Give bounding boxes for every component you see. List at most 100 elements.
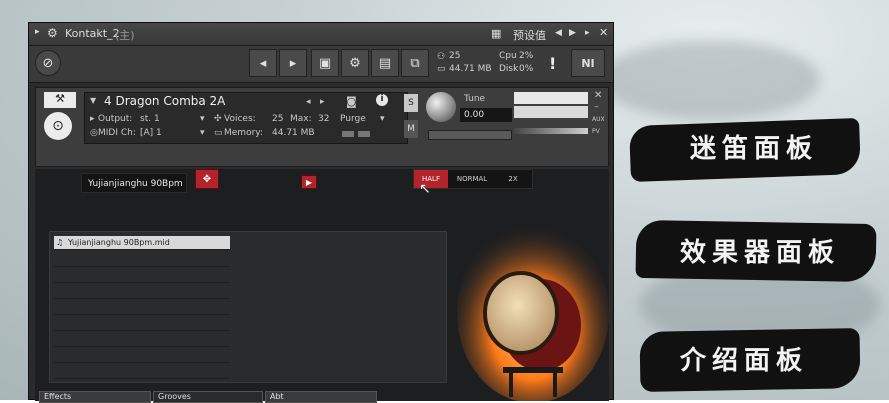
list-item[interactable] (54, 252, 230, 267)
max-value[interactable]: 32 (318, 114, 329, 124)
list-item[interactable] (54, 364, 230, 379)
voices-icon: ✣ (214, 114, 222, 124)
window-title-suffix: (主) (115, 29, 135, 42)
solo-button[interactable]: S (404, 94, 418, 112)
save-icon[interactable]: ▣ (311, 49, 339, 77)
layout-icon[interactable]: ▤ (371, 49, 399, 77)
output-label: Output: (98, 114, 133, 124)
move-arrows-icon[interactable]: ✥ (195, 169, 219, 189)
list-item[interactable] (54, 348, 230, 363)
pv-label[interactable]: PV (592, 128, 600, 135)
kontakt-logo-icon[interactable]: ⊘ (35, 50, 61, 76)
tune-knob[interactable] (426, 92, 456, 122)
max-label: Max: (290, 114, 312, 124)
wrench-icon[interactable]: ⚒ (44, 92, 76, 108)
toolbar: ⊘ ◂ ▸ ▣ ⚙ ▤ ⧉ ⚇ 25 ▭ 44.71 MB Cpu 2% Dis… (29, 46, 613, 83)
instrument-prev-icon[interactable]: ◂ (306, 97, 311, 107)
side-label-midi-panel: 迷笛面板 (690, 134, 819, 164)
instrument-rack: ⚒ ⊙ ▼ 4 Dragon Comba 2A ◂ ▸ ◙ i ▸ Output… (35, 87, 609, 167)
voices-value: 25 (272, 114, 284, 124)
midi-label: MIDI Ch: (98, 128, 136, 138)
voices-label: Voices: (224, 114, 256, 124)
toolbar-voices: 25 (449, 51, 461, 61)
cpu-value: 2% (519, 51, 534, 61)
instrument-panel: Yujianjianghu 90Bpm ✥ ▶ HALF NORMAL 2X ↖… (35, 169, 609, 401)
rack-close-icon[interactable]: ✕ (594, 90, 602, 101)
warning-icon[interactable]: ! (549, 54, 556, 73)
ni-logo-button[interactable]: NI (571, 49, 605, 77)
output-dropdown-icon[interactable]: ▾ (200, 114, 205, 124)
disk-label: Disk (499, 64, 519, 74)
list-item[interactable] (54, 316, 230, 331)
info-icon[interactable]: i (376, 94, 388, 106)
tempo-mode-selector: HALF NORMAL 2X (413, 169, 533, 189)
level-meter (514, 106, 588, 118)
settings-gear-icon[interactable]: ⚙ (341, 49, 369, 77)
list-item[interactable] (54, 284, 230, 299)
play-button-icon[interactable]: ▶ (301, 175, 317, 189)
tab-grooves[interactable]: Grooves (153, 391, 263, 403)
tune-label: Tune (464, 94, 486, 104)
memory-small-icon: ▭ (437, 64, 446, 74)
level-meter (514, 92, 588, 104)
list-item[interactable] (54, 332, 230, 347)
camera-icon[interactable]: ◙ (346, 95, 357, 108)
list-item[interactable] (54, 268, 230, 283)
preset-name-display: Yujianjianghu 90Bpm (81, 173, 187, 193)
tab-abt[interactable]: Abt (265, 391, 377, 403)
volume-slider[interactable] (514, 128, 588, 134)
list-item[interactable]: ♫ Yujianjianghu 90Bpm.mid (54, 236, 230, 250)
toolbar-memory: 44.71 MB (449, 64, 492, 74)
window-title: Kontakt_2 (65, 27, 120, 40)
prev-arrow-icon[interactable]: ◀ (555, 28, 562, 38)
mute-button[interactable]: M (404, 120, 418, 138)
grid-icon[interactable]: ▦ (491, 27, 501, 40)
menu-arrow-icon[interactable]: ▸ (585, 28, 590, 38)
purge-bar (358, 131, 370, 137)
collapse-arrow-icon[interactable]: ▸ (35, 27, 40, 37)
tune-value[interactable]: 0.00 (460, 108, 512, 122)
pan-slider[interactable] (428, 130, 512, 140)
list-item[interactable] (54, 300, 230, 315)
file-name: Yujianjianghu 90Bpm.mid (68, 238, 170, 247)
file-list: ♫ Yujianjianghu 90Bpm.mid (49, 231, 447, 383)
drum-artwork (457, 223, 609, 401)
purge-bar (342, 131, 354, 137)
close-icon[interactable]: ✕ (599, 26, 608, 39)
output-icon: ▸ (90, 114, 95, 124)
memory-label: Memory: (224, 128, 263, 138)
title-bar: ▸ ⚙ Kontakt_2 (主) ▦ 预设值 ◀ ▶ ▸ ✕ (29, 23, 613, 46)
next-arrow-icon[interactable]: ▶ (569, 28, 576, 38)
preset-label[interactable]: 预设值 (513, 27, 546, 43)
midi-dropdown-icon[interactable]: ▾ (200, 128, 205, 138)
midi-file-icon: ♫ (56, 238, 64, 247)
prev-icon[interactable]: ◂ (249, 49, 277, 77)
collapse-icon[interactable]: ▼ (90, 96, 96, 105)
disk-value: 0% (519, 64, 534, 74)
side-label-intro-panel: 介绍面板 (680, 346, 809, 376)
output-value[interactable]: st. 1 (140, 114, 160, 124)
memory-value: 44.71 MB (272, 128, 315, 138)
tab-effects[interactable]: Effects (39, 391, 151, 403)
mouse-cursor-icon: ↖ (419, 181, 431, 197)
midi-value[interactable]: [A] 1 (140, 128, 162, 138)
resize-icon[interactable]: ⧉ (401, 49, 429, 77)
instrument-next-icon[interactable]: ▸ (320, 97, 325, 107)
instrument-logo-icon: ⊙ (44, 112, 72, 140)
kontakt-window: ▸ ⚙ Kontakt_2 (主) ▦ 预设值 ◀ ▶ ▸ ✕ ⊘ ◂ ▸ ▣ … (28, 22, 614, 403)
gear-icon[interactable]: ⚙ (47, 26, 58, 40)
memory-icon: ▭ (214, 128, 223, 138)
cpu-label: Cpu (499, 51, 517, 61)
purge-dropdown-icon[interactable]: ▾ (380, 114, 385, 124)
purge-label[interactable]: Purge (340, 114, 366, 124)
voices-small-icon: ⚇ (437, 52, 446, 62)
mode-2x[interactable]: 2X (496, 170, 530, 188)
minimize-icon[interactable]: – (594, 102, 599, 112)
midi-icon: ◎ (90, 128, 98, 138)
mist-shape (600, 40, 820, 120)
mode-normal[interactable]: NORMAL (450, 170, 494, 188)
aux-label[interactable]: AUX (592, 116, 605, 123)
instrument-name[interactable]: 4 Dragon Comba 2A (104, 94, 225, 108)
side-label-effects-panel: 效果器面板 (680, 238, 841, 268)
next-icon[interactable]: ▸ (279, 49, 307, 77)
